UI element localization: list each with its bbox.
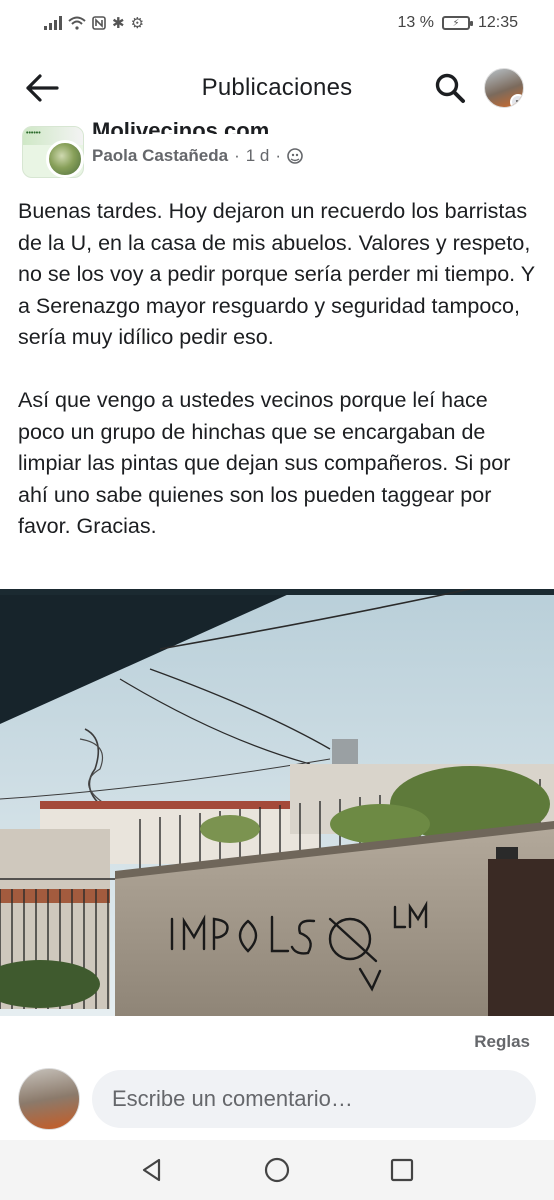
nav-back-button[interactable] [132,1150,172,1190]
app-header: Publicaciones ▾ [0,56,554,120]
wifi-icon [68,16,86,30]
post-meta: Paola Castañeda · 1 d · [92,146,303,166]
post-text: Buenas tardes. Hoy dejaron un recuerdo l… [18,196,538,543]
nav-home-button[interactable] [257,1150,297,1190]
post-time[interactable]: 1 d [246,146,270,166]
profile-avatar[interactable]: ▾ [484,68,524,108]
clock: 12:35 [477,14,518,31]
meta-separator: · [234,146,240,165]
bluetooth-icon: ✱ [112,14,125,32]
battery-percent: 13 % [397,14,434,31]
comment-input[interactable] [92,1070,536,1128]
post-paragraph: Así que vengo a ustedes vecinos porque l… [18,388,511,538]
back-triangle-icon [143,1158,161,1182]
search-icon [435,73,465,103]
system-nav-bar [0,1140,554,1200]
battery-icon: ⚡ [441,16,473,30]
author-name[interactable]: Paola Castañeda [92,146,228,166]
author-avatar[interactable] [46,140,84,178]
chevron-down-icon: ▾ [510,94,523,107]
group-privacy-icon [287,148,303,164]
nav-recents-button[interactable] [382,1150,422,1190]
page-title: Publicaciones [201,74,353,101]
status-bar: ✱ ⚙ 13 % ⚡ 12:35 [0,0,554,46]
status-icons-right: 13 % ⚡ 12:35 [397,14,518,32]
group-name[interactable]: Molivecinos.com [92,114,269,134]
status-icons-left: ✱ ⚙ [44,16,144,31]
settings-icon: ⚙ [130,14,145,32]
nfc-icon [92,16,106,30]
home-circle-icon [264,1157,290,1183]
post-photo[interactable] [0,589,554,1016]
post-paragraph: Buenas tardes. Hoy dejaron un recuerdo l… [18,199,535,349]
search-button[interactable] [430,68,470,108]
rules-link[interactable]: Reglas [474,1032,530,1052]
recents-square-icon [390,1158,413,1182]
meta-separator-2: · [275,146,282,165]
commenter-avatar [18,1068,80,1130]
signal-icon [44,16,62,30]
